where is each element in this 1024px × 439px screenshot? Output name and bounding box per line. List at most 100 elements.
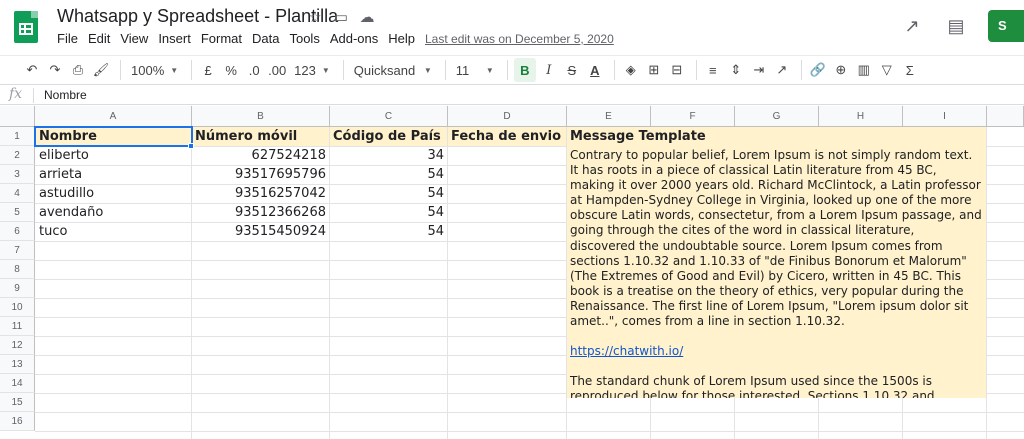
menu-help[interactable]: Help	[388, 31, 415, 46]
document-title[interactable]: Whatsapp y Spreadsheet - Plantilla	[57, 6, 338, 27]
menu-format[interactable]: Format	[201, 31, 242, 46]
zoom-select[interactable]: 100% ▼	[127, 58, 182, 82]
star-icon[interactable]: ☆	[305, 9, 325, 27]
cell-e1[interactable]: Message Template	[567, 127, 986, 146]
text-wrap-icon[interactable]: ⇥	[749, 58, 769, 82]
cell-mobile[interactable]: 93515450924	[192, 222, 329, 241]
borders-icon[interactable]: ⊞	[644, 58, 664, 82]
functions-icon[interactable]: Σ	[900, 58, 920, 82]
more-formats-select[interactable]: 123 ▼	[290, 58, 334, 82]
cell-country-code[interactable]: 54	[330, 165, 447, 184]
cell-mobile[interactable]: 93516257042	[192, 184, 329, 203]
cell-country-code[interactable]: 34	[330, 146, 447, 165]
currency-format-button[interactable]: £	[198, 58, 218, 82]
row-header[interactable]: 4	[0, 184, 35, 203]
row-header[interactable]: 6	[0, 222, 35, 241]
sheets-logo-icon[interactable]	[14, 11, 38, 43]
font-family-select[interactable]: Quicksand ▼	[350, 58, 436, 82]
insert-chart-icon[interactable]: ▥	[854, 58, 874, 82]
row-header[interactable]: 7	[0, 241, 35, 260]
row-header[interactable]: 2	[0, 146, 35, 165]
cell-mobile[interactable]: 93517695796	[192, 165, 329, 184]
cell-name[interactable]: avendaño	[36, 203, 191, 222]
column-header-e[interactable]: E	[567, 106, 651, 127]
italic-button[interactable]: I	[539, 58, 559, 82]
formula-bar: fx Nombre	[0, 86, 1024, 105]
insert-link-icon[interactable]: 🔗	[808, 58, 828, 82]
menu-data[interactable]: Data	[252, 31, 279, 46]
cell-country-code[interactable]: 54	[330, 222, 447, 241]
horizontal-align-icon[interactable]: ≡	[703, 58, 723, 82]
cloud-status-icon[interactable]: ☁	[357, 9, 377, 27]
column-header-b[interactable]: B	[192, 106, 330, 127]
menu-addons[interactable]: Add-ons	[330, 31, 378, 46]
last-edit-link[interactable]: Last edit was on December 5, 2020	[425, 32, 614, 46]
text-rotation-icon[interactable]: ↗	[772, 58, 792, 82]
cell-mobile[interactable]: 93512366268	[192, 203, 329, 222]
column-header-a[interactable]: A	[35, 106, 192, 127]
column-header-overflow[interactable]	[987, 106, 1024, 127]
spreadsheet-grid: A B C D E F G H I 1 2 3 4 5 6 7 8 9 10 1…	[0, 106, 1024, 439]
menu-tools[interactable]: Tools	[289, 31, 319, 46]
row-header[interactable]: 14	[0, 374, 35, 393]
cell-name[interactable]: astudillo	[36, 184, 191, 203]
cell-b1[interactable]: Número móvil	[192, 127, 329, 146]
cell-c1[interactable]: Código de País	[330, 127, 447, 146]
cell-name[interactable]: arrieta	[36, 165, 191, 184]
move-folder-icon[interactable]: ▭	[331, 9, 351, 27]
column-header-d[interactable]: D	[448, 106, 567, 127]
column-header-g[interactable]: G	[735, 106, 819, 127]
chatwith-link[interactable]: https://chatwith.io/	[570, 344, 683, 358]
cell-d1[interactable]: Fecha de envio	[448, 127, 566, 146]
undo-icon[interactable]: ↶	[22, 58, 42, 82]
row-header[interactable]: 16	[0, 412, 35, 431]
filter-icon[interactable]: ▽	[877, 58, 897, 82]
comments-icon[interactable]: ▤	[944, 14, 968, 38]
increase-decimal-button[interactable]: .00	[267, 58, 287, 82]
row-header[interactable]: 11	[0, 317, 35, 336]
vertical-align-icon[interactable]: ⇕	[726, 58, 746, 82]
message-paragraph: The standard chunk of Lorem Ipsum used s…	[570, 374, 935, 398]
row-header[interactable]: 15	[0, 393, 35, 412]
share-button[interactable]: S	[988, 10, 1024, 42]
cell-country-code[interactable]: 54	[330, 184, 447, 203]
fill-color-icon[interactable]: ◈	[621, 58, 641, 82]
formula-input[interactable]: Nombre	[44, 88, 87, 102]
chevron-down-icon: ▼	[170, 65, 179, 75]
merge-cells-icon[interactable]: ⊟	[667, 58, 687, 82]
row-header[interactable]: 5	[0, 203, 35, 222]
row-header[interactable]: 10	[0, 298, 35, 317]
menu-edit[interactable]: Edit	[88, 31, 110, 46]
cell-name[interactable]: eliberto	[36, 146, 191, 165]
menu-file[interactable]: File	[57, 31, 78, 46]
select-all-corner[interactable]	[0, 106, 35, 127]
row-header[interactable]: 9	[0, 279, 35, 298]
insert-comment-icon[interactable]: ⊕	[831, 58, 851, 82]
text-color-button[interactable]: A	[585, 58, 605, 82]
column-header-i[interactable]: I	[903, 106, 987, 127]
cell-country-code[interactable]: 54	[330, 203, 447, 222]
explore-trend-icon[interactable]: ↗	[900, 14, 924, 38]
bold-button[interactable]: B	[513, 58, 536, 82]
row-header[interactable]: 3	[0, 165, 35, 184]
decrease-decimal-button[interactable]: .0	[244, 58, 264, 82]
menu-insert[interactable]: Insert	[158, 31, 191, 46]
column-header-h[interactable]: H	[819, 106, 903, 127]
strikethrough-button[interactable]: S	[562, 58, 582, 82]
percent-format-button[interactable]: %	[221, 58, 241, 82]
column-header-f[interactable]: F	[651, 106, 735, 127]
row-header[interactable]: 1	[0, 127, 35, 146]
fill-handle[interactable]	[188, 143, 194, 149]
font-size-select[interactable]: 11 ▼	[452, 58, 498, 82]
paint-format-icon[interactable]: 🖌	[91, 58, 111, 82]
row-header[interactable]: 12	[0, 336, 35, 355]
print-icon[interactable]: ⎙	[68, 58, 88, 82]
message-template-cell[interactable]: Contrary to popular belief, Lorem Ipsum …	[567, 146, 986, 398]
row-header[interactable]: 8	[0, 260, 35, 279]
menu-view[interactable]: View	[120, 31, 148, 46]
row-header[interactable]: 13	[0, 355, 35, 374]
redo-icon[interactable]: ↷	[45, 58, 65, 82]
cell-name[interactable]: tuco	[36, 222, 191, 241]
column-header-c[interactable]: C	[330, 106, 448, 127]
cell-mobile[interactable]: 627524218	[192, 146, 329, 165]
